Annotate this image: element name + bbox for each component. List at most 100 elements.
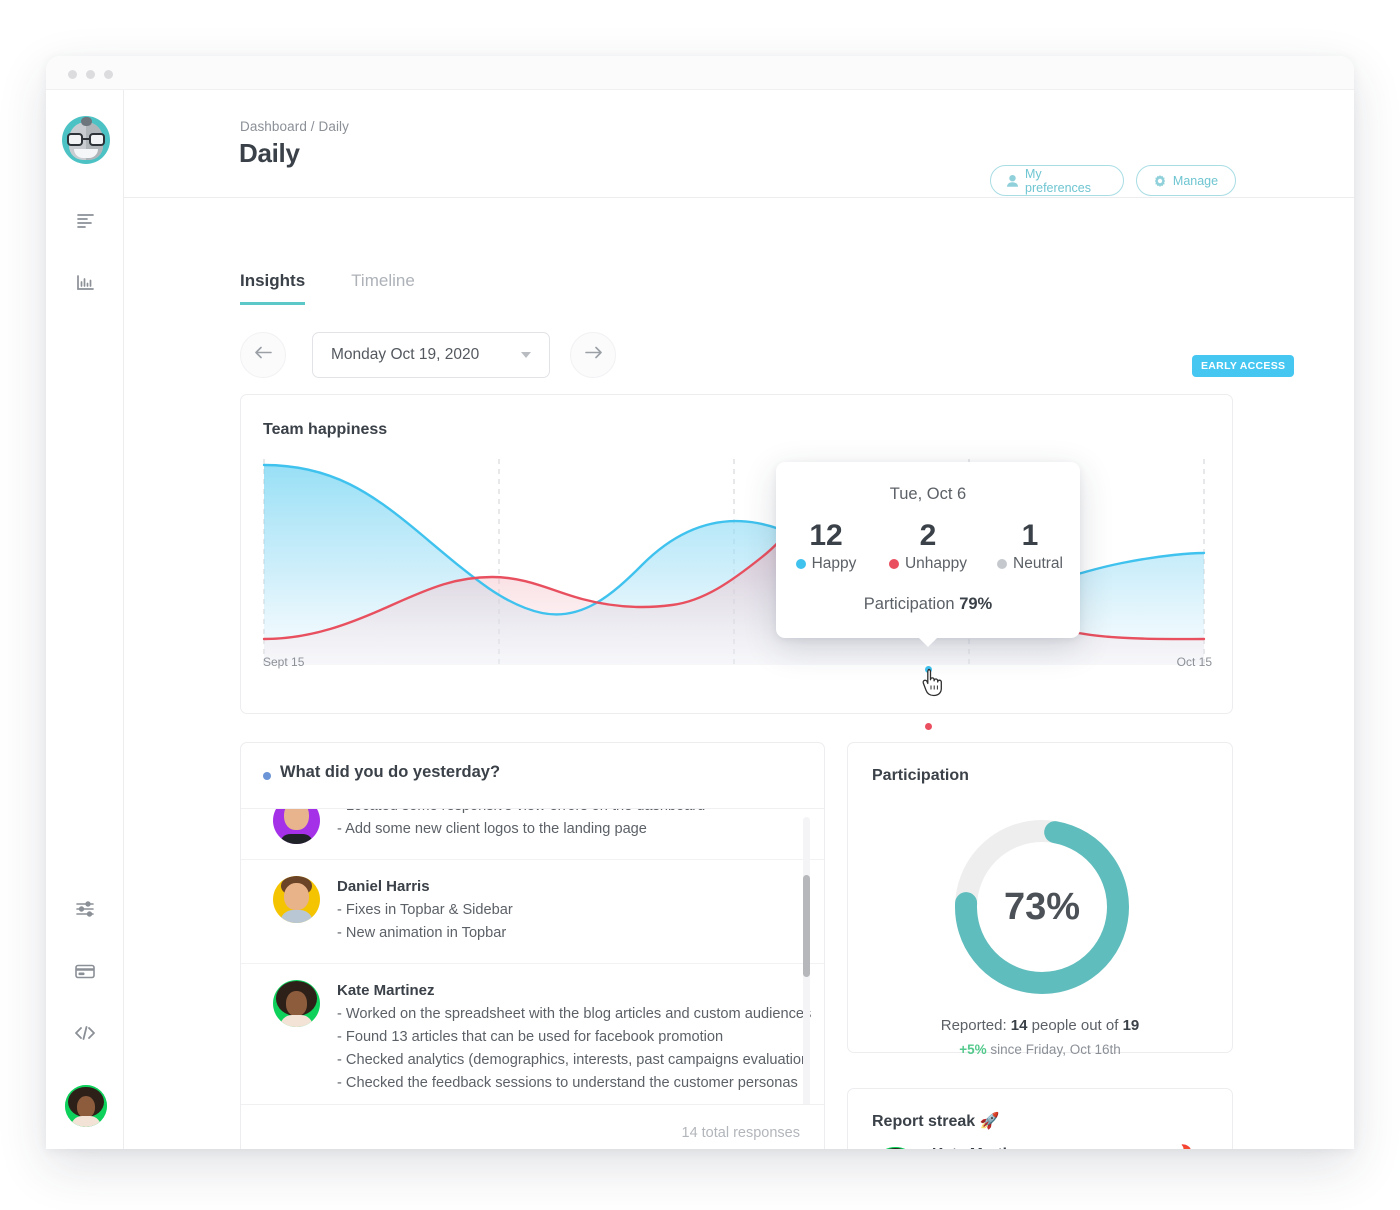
- next-day-button[interactable]: [570, 332, 616, 378]
- neutral-bullet-icon: [997, 558, 1008, 569]
- list-item[interactable]: Daniel Harris - Fixes in Topbar & Sideba…: [241, 860, 824, 965]
- tooltip-happy-value: 12: [809, 519, 843, 552]
- avatar: [273, 980, 320, 1028]
- response-line: - Located some responsive view errors on…: [337, 809, 794, 818]
- previous-day-button[interactable]: [240, 332, 286, 378]
- tooltip-stat-happy: 12 Happy: [780, 520, 872, 573]
- sidebar-item-developers[interactable]: [46, 1018, 124, 1048]
- sidebar-item-settings[interactable]: [46, 894, 124, 924]
- reported-total: 19: [1122, 1017, 1140, 1034]
- manage-button[interactable]: Manage: [1136, 165, 1236, 196]
- response-line: - Checked the feedback sessions to under…: [337, 1075, 798, 1092]
- reported-count: 14: [1010, 1017, 1028, 1034]
- happiness-chart[interactable]: Sept 15 Oct 15: [242, 453, 1233, 683]
- tooltip-unhappy-value: 2: [919, 519, 937, 552]
- unhappy-bullet-icon: [888, 558, 899, 569]
- arrow-left-icon: [254, 346, 272, 364]
- avatar: [273, 809, 320, 844]
- tooltip-happy-legend: Happy: [780, 555, 872, 573]
- list-item[interactable]: - Located some responsive view errors on…: [241, 809, 824, 861]
- breadcrumb[interactable]: Dashboard / Daily: [240, 119, 349, 134]
- window-minimize-dot[interactable]: [86, 70, 95, 79]
- chart-xaxis-start-label: Sept 15: [263, 655, 305, 669]
- date-selector[interactable]: Monday Oct 19, 2020: [312, 332, 550, 378]
- avatar-art: [273, 876, 320, 924]
- response-line: - Checked analytics (demographics, inter…: [337, 1052, 810, 1069]
- response-line: - Fixes in Topbar & Sidebar: [337, 902, 513, 919]
- responses-card: What did you do yesterday? - Located som…: [240, 742, 825, 1149]
- response-line: - Add some new client logos to the landi…: [337, 821, 647, 838]
- mouse-pointer-hand-icon: [922, 668, 948, 703]
- chart-tooltip: Tue, Oct 6 12 Happy 2 Unhappy 1 Neutral …: [776, 462, 1080, 647]
- delta-suffix: since Friday, Oct 16th: [990, 1042, 1121, 1057]
- tooltip-participation: Participation 79%: [776, 595, 1080, 614]
- window-maximize-dot[interactable]: [104, 70, 113, 79]
- report-streak-card: Report streak 🚀 Kate Martinez 57 consecu…: [847, 1088, 1233, 1149]
- browser-window: Dashboard / Daily Daily My preferences M…: [46, 56, 1354, 1149]
- sliders-icon: [75, 901, 95, 917]
- tooltip-participation-label: Participation: [863, 595, 955, 613]
- my-preferences-label: My preferences: [1025, 166, 1092, 195]
- tooltip-neutral-legend: Neutral: [984, 555, 1076, 573]
- list-item[interactable]: Kate Martinez - Worked on the spreadshee…: [241, 964, 824, 1105]
- responses-footer: 14 total responses: [241, 1104, 824, 1149]
- credit-card-icon: [75, 964, 95, 979]
- my-preferences-button[interactable]: My preferences: [990, 165, 1124, 196]
- responses-header: What did you do yesterday?: [241, 743, 824, 809]
- responses-scrollbar[interactable]: [803, 817, 810, 1111]
- chevron-down-icon: [521, 352, 531, 358]
- sidebar-item-reports[interactable]: [46, 205, 124, 235]
- chart-svg: [262, 459, 1206, 665]
- tab-bar: Insights Timeline: [240, 271, 415, 305]
- participation-reported: Reported: 14 people out of 19: [848, 1017, 1232, 1034]
- participation-donut: 73%: [948, 813, 1136, 1001]
- tooltip-unhappy-legend: Unhappy: [882, 555, 974, 573]
- sidebar-item-billing[interactable]: [46, 956, 124, 986]
- tab-timeline[interactable]: Timeline: [351, 271, 415, 305]
- person-icon: [1007, 174, 1018, 187]
- participation-card: Participation 73% Reported: 14 people ou…: [847, 742, 1233, 1057]
- responses-list[interactable]: - Located some responsive view errors on…: [241, 809, 824, 1105]
- avatar-art: [273, 980, 320, 1028]
- page-title: Daily: [239, 138, 300, 168]
- scrollbar-thumb[interactable]: [803, 875, 810, 977]
- tooltip-unhappy-label: Unhappy: [904, 554, 968, 572]
- user-avatar[interactable]: [65, 1085, 107, 1127]
- avatar-art: [273, 809, 320, 844]
- selected-date-label: Monday Oct 19, 2020: [331, 346, 480, 363]
- streak-title: Report streak 🚀: [872, 1113, 1000, 1130]
- sidebar-item-analytics[interactable]: [46, 267, 124, 297]
- participation-title: Participation: [872, 767, 969, 784]
- total-responses-label: 14 total responses: [681, 1125, 801, 1141]
- main-content: Insights Timeline Monday Oct 19, 2020 EA…: [124, 198, 1354, 1149]
- tooltip-neutral-label: Neutral: [1013, 554, 1063, 572]
- tooltip-stat-unhappy: 2 Unhappy: [882, 520, 974, 573]
- response-author: Kate Martinez: [337, 982, 435, 1000]
- participation-percent: 73%: [1003, 885, 1081, 928]
- left-sidebar: [46, 90, 124, 1149]
- response-line: - New animation in Topbar: [337, 925, 507, 942]
- avatar: [273, 876, 320, 924]
- chart-hover-dot-unhappy[interactable]: [923, 721, 934, 732]
- report-lines-icon: [76, 213, 94, 228]
- fire-icon: 🔥: [1167, 1147, 1204, 1150]
- avatar: [872, 1147, 919, 1149]
- tooltip-happy-label: Happy: [811, 554, 857, 572]
- bar-chart-icon: [76, 274, 94, 290]
- tooltip-stat-neutral: 1 Neutral: [984, 520, 1076, 573]
- code-icon: [75, 1026, 95, 1040]
- delta-value: +5%: [959, 1042, 987, 1057]
- nerd-face-logo[interactable]: [62, 116, 110, 164]
- avatar-art: [65, 1085, 107, 1127]
- question-title: What did you do yesterday?: [280, 763, 501, 781]
- reported-middle: people out of: [1031, 1017, 1119, 1034]
- window-close-dot[interactable]: [68, 70, 77, 79]
- arrow-right-icon: [584, 346, 602, 364]
- tab-insights[interactable]: Insights: [240, 271, 306, 305]
- response-line: - Found 13 articles that can be used for…: [337, 1029, 724, 1046]
- chart-xaxis-end-label: Oct 15: [1176, 655, 1212, 669]
- manage-label: Manage: [1172, 173, 1219, 188]
- gear-icon: [1154, 174, 1166, 187]
- tooltip-participation-value: 79%: [959, 595, 993, 613]
- response-line: - Worked on the spreadsheet with the blo…: [337, 1006, 812, 1023]
